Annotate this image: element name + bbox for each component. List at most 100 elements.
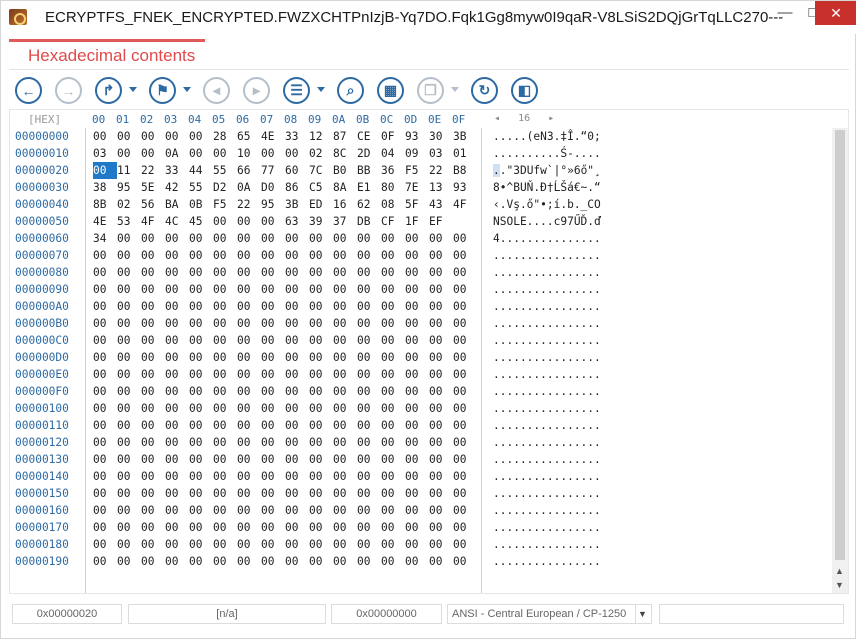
hex-byte[interactable]: 00 bbox=[189, 400, 213, 417]
hex-byte[interactable]: 00 bbox=[93, 502, 117, 519]
text-row[interactable]: ................ bbox=[487, 451, 637, 468]
hex-byte[interactable]: 00 bbox=[429, 468, 453, 485]
hex-byte[interactable]: 00 bbox=[189, 502, 213, 519]
hex-row[interactable]: 34 00 00 00 00 00 00 00 00 00 00 00 00 00 00 00 bbox=[86, 230, 481, 247]
hex-byte[interactable]: 00 bbox=[165, 434, 189, 451]
hex-byte[interactable]: 00 bbox=[309, 281, 333, 298]
hex-byte[interactable]: 00 bbox=[357, 417, 381, 434]
hex-byte[interactable]: 00 bbox=[237, 383, 261, 400]
hex-byte[interactable]: 00 bbox=[357, 264, 381, 281]
hex-byte[interactable]: 00 bbox=[93, 434, 117, 451]
hex-byte[interactable]: 00 bbox=[333, 332, 357, 349]
hex-byte[interactable]: 00 bbox=[453, 536, 477, 553]
hex-byte[interactable]: 01 bbox=[453, 145, 477, 162]
hex-byte[interactable]: 00 bbox=[213, 383, 237, 400]
hex-byte[interactable]: 36 bbox=[381, 162, 405, 179]
hex-row[interactable]: 00 00 00 00 00 00 00 00 00 00 00 00 00 00 00 00 bbox=[86, 298, 481, 315]
hex-byte[interactable]: 00 bbox=[333, 230, 357, 247]
hex-byte[interactable]: 00 bbox=[405, 298, 429, 315]
hex-byte[interactable]: 00 bbox=[261, 247, 285, 264]
hex-byte[interactable]: 00 bbox=[213, 485, 237, 502]
text-row[interactable]: ................ bbox=[487, 417, 637, 434]
hex-byte[interactable]: 00 bbox=[141, 349, 165, 366]
hex-byte[interactable]: 00 bbox=[165, 366, 189, 383]
hex-byte[interactable]: 00 bbox=[165, 298, 189, 315]
hex-byte[interactable]: 02 bbox=[309, 145, 333, 162]
text-row[interactable]: .."3DUfw`|°»6ő"¸ bbox=[487, 162, 637, 179]
hex-byte[interactable]: 00 bbox=[309, 400, 333, 417]
hex-byte[interactable]: 3B bbox=[285, 196, 309, 213]
hex-byte[interactable]: 00 bbox=[429, 281, 453, 298]
hex-byte[interactable]: 00 bbox=[117, 315, 141, 332]
hex-byte[interactable]: 00 bbox=[381, 519, 405, 536]
hex-byte[interactable]: 00 bbox=[429, 349, 453, 366]
hex-byte[interactable]: 00 bbox=[165, 400, 189, 417]
hex-byte[interactable]: 00 bbox=[117, 298, 141, 315]
hex-byte[interactable]: 00 bbox=[237, 536, 261, 553]
hex-byte[interactable]: 00 bbox=[141, 400, 165, 417]
hex-byte[interactable]: 00 bbox=[285, 281, 309, 298]
bytes-per-row-control[interactable]: ◂ 16 ▸ bbox=[494, 113, 554, 124]
hex-byte[interactable]: 00 bbox=[381, 502, 405, 519]
hex-byte[interactable]: 00 bbox=[333, 400, 357, 417]
hex-byte[interactable]: 93 bbox=[405, 128, 429, 145]
hex-byte[interactable]: 00 bbox=[429, 400, 453, 417]
hex-byte[interactable]: 00 bbox=[93, 451, 117, 468]
hex-byte[interactable]: F5 bbox=[213, 196, 237, 213]
columns-button[interactable]: ▦ bbox=[377, 77, 404, 104]
hex-byte[interactable]: 00 bbox=[165, 451, 189, 468]
forward-button[interactable]: → bbox=[55, 77, 82, 104]
hex-byte[interactable]: 00 bbox=[429, 298, 453, 315]
hex-byte[interactable]: 00 bbox=[333, 315, 357, 332]
hex-byte[interactable]: 00 bbox=[285, 485, 309, 502]
hex-byte[interactable]: 00 bbox=[141, 230, 165, 247]
hex-byte[interactable]: 00 bbox=[453, 383, 477, 400]
text-row[interactable]: ................ bbox=[487, 536, 637, 553]
hex-byte[interactable]: 38 bbox=[93, 179, 117, 196]
hex-byte[interactable]: 00 bbox=[333, 468, 357, 485]
text-row[interactable]: ................ bbox=[487, 264, 637, 281]
hex-byte[interactable]: 00 bbox=[381, 332, 405, 349]
hex-byte[interactable]: 00 bbox=[381, 349, 405, 366]
hex-row[interactable]: 00 00 00 00 00 00 00 00 00 00 00 00 00 00 00 00 bbox=[86, 264, 481, 281]
hex-byte[interactable]: 00 bbox=[405, 451, 429, 468]
hex-byte[interactable]: 28 bbox=[213, 128, 237, 145]
hex-byte[interactable]: 00 bbox=[405, 468, 429, 485]
hex-byte[interactable] bbox=[453, 213, 477, 230]
hex-row[interactable]: 00 00 00 00 00 00 00 00 00 00 00 00 00 00 00 00 bbox=[86, 281, 481, 298]
hex-byte[interactable]: 00 bbox=[141, 502, 165, 519]
hex-byte[interactable]: 00 bbox=[285, 553, 309, 570]
hex-byte[interactable]: 00 bbox=[117, 485, 141, 502]
hex-byte[interactable]: 00 bbox=[213, 298, 237, 315]
hex-byte[interactable]: 22 bbox=[237, 196, 261, 213]
hex-byte[interactable]: 55 bbox=[189, 179, 213, 196]
hex-byte[interactable]: 00 bbox=[453, 451, 477, 468]
text-row[interactable]: ................ bbox=[487, 434, 637, 451]
hex-byte[interactable]: 00 bbox=[93, 128, 117, 145]
next-bookmark-button[interactable]: ▸ bbox=[243, 77, 270, 104]
hex-byte[interactable]: 00 bbox=[93, 553, 117, 570]
hex-byte[interactable]: 00 bbox=[381, 247, 405, 264]
hex-byte[interactable]: 45 bbox=[189, 213, 213, 230]
hex-byte[interactable]: 00 bbox=[165, 468, 189, 485]
hex-byte[interactable]: 00 bbox=[261, 417, 285, 434]
text-row[interactable]: ................ bbox=[487, 366, 637, 383]
hex-byte[interactable]: 00 bbox=[381, 383, 405, 400]
hex-byte[interactable]: 00 bbox=[261, 434, 285, 451]
hex-byte[interactable]: 00 bbox=[189, 145, 213, 162]
hex-byte[interactable]: 00 bbox=[141, 485, 165, 502]
hex-byte[interactable]: 00 bbox=[213, 468, 237, 485]
hex-byte[interactable]: 00 bbox=[261, 502, 285, 519]
hex-byte[interactable]: 00 bbox=[165, 383, 189, 400]
hex-byte[interactable]: 00 bbox=[453, 230, 477, 247]
list-dropdown-icon[interactable] bbox=[317, 87, 325, 92]
hex-byte[interactable]: 00 bbox=[357, 451, 381, 468]
hex-byte[interactable]: 00 bbox=[189, 298, 213, 315]
hex-byte[interactable]: 00 bbox=[93, 383, 117, 400]
hex-byte[interactable]: 00 bbox=[189, 434, 213, 451]
hex-byte[interactable]: 00 bbox=[333, 451, 357, 468]
hex-row[interactable]: 00 00 00 00 00 00 00 00 00 00 00 00 00 00 00 00 bbox=[86, 553, 481, 570]
hex-byte[interactable]: 00 bbox=[453, 519, 477, 536]
hex-byte[interactable]: 00 bbox=[405, 553, 429, 570]
hex-byte[interactable]: 00 bbox=[189, 128, 213, 145]
